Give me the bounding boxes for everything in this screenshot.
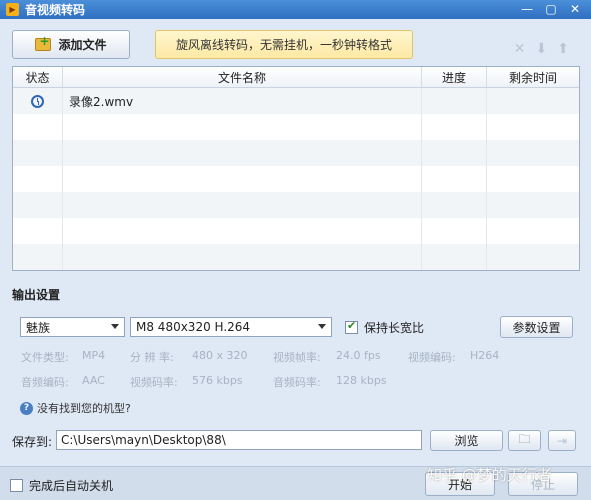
header-filename[interactable]: 文件名称 (63, 67, 422, 87)
abitrate-value: 128 kbps (336, 374, 387, 387)
framerate-label: 视频帧率: (273, 351, 321, 364)
table-body: 录像2.wmv (13, 88, 579, 271)
framerate-value: 24.0 fps (336, 349, 381, 362)
auto-shutdown-label: 完成后自动关机 (29, 479, 114, 493)
main-panel: 添加文件 旋风离线转码，无需挂机，一秒钟转格式 ✕ ⬇ ⬆ 状态 文件名称 进度… (0, 19, 591, 466)
vbitrate-label: 视频码率: (130, 376, 178, 389)
header-remaining[interactable]: 剩余时间 (487, 67, 579, 87)
move-down-icon[interactable]: ⬇ (536, 41, 548, 57)
clock-icon (31, 94, 44, 108)
add-folder-icon (35, 34, 52, 51)
table-row (13, 140, 579, 166)
remaining-cell (487, 88, 579, 114)
window-title: 音视频转码 (25, 3, 86, 17)
table-row (13, 244, 579, 270)
help-link[interactable]: ? 没有找到您的机型? (20, 400, 131, 416)
table-row[interactable]: 录像2.wmv (13, 88, 579, 114)
vcodec-value: H264 (470, 349, 500, 362)
table-row (13, 166, 579, 192)
list-tools: ✕ ⬇ ⬆ (514, 41, 569, 57)
table-row (13, 192, 579, 218)
app-icon: ▶ (6, 3, 19, 16)
resolution-value: 480 x 320 (192, 349, 248, 362)
question-icon: ? (20, 401, 33, 415)
add-file-label: 添加文件 (58, 38, 107, 52)
keep-ratio-label: 保持长宽比 (364, 321, 425, 335)
save-path-input[interactable] (56, 430, 422, 450)
param-settings-button[interactable]: 参数设置 (500, 316, 573, 338)
chevron-down-icon (111, 324, 119, 329)
auto-shutdown-checkbox[interactable]: 完成后自动关机 (10, 477, 113, 494)
file-type-value: MP4 (82, 349, 106, 362)
window-controls: — ▢ ✕ (515, 0, 587, 18)
add-file-button[interactable]: 添加文件 (12, 30, 130, 59)
watermark-text: 知乎 @梦的天行者 (427, 466, 552, 484)
file-name-cell: 录像2.wmv (63, 88, 422, 114)
export-icon: ⇥ (556, 433, 568, 448)
resolution-label: 分 辨 率: (130, 351, 174, 364)
keep-ratio-checkbox[interactable]: 保持长宽比 (345, 319, 424, 336)
output-settings-title: 输出设置 (12, 288, 61, 302)
table-header: 状态 文件名称 进度 剩余时间 (13, 67, 579, 88)
brand-value: 魅族 (26, 320, 51, 335)
abitrate-label: 音频码率: (273, 376, 321, 389)
save-to-label: 保存到: (12, 435, 53, 449)
close-button[interactable]: ✕ (563, 0, 587, 18)
header-progress[interactable]: 进度 (422, 67, 487, 87)
open-folder-icon: 🗀 (518, 432, 531, 446)
help-text: 没有找到您的机型? (37, 402, 131, 415)
delete-icon[interactable]: ✕ (514, 41, 526, 57)
checkbox-checked-icon[interactable] (345, 319, 358, 334)
title-bar: ▶ 音视频转码 — ▢ ✕ (0, 0, 591, 19)
vcodec-label: 视频编码: (408, 351, 456, 364)
minimize-button[interactable]: — (515, 0, 539, 18)
promo-banner-button[interactable]: 旋风离线转码，无需挂机，一秒钟转格式 (155, 30, 413, 59)
model-value: M8 480x320 H.264 (136, 320, 251, 334)
brand-select[interactable]: 魅族 (20, 317, 125, 337)
browse-button[interactable]: 浏览 (430, 430, 503, 451)
maximize-button[interactable]: ▢ (539, 0, 563, 18)
export-button[interactable]: ⇥ (548, 430, 576, 451)
open-folder-button[interactable]: 🗀 (508, 430, 541, 451)
chevron-down-icon (318, 324, 326, 329)
vbitrate-value: 576 kbps (192, 374, 243, 387)
model-select[interactable]: M8 480x320 H.264 (130, 317, 332, 337)
acodec-label: 音频编码: (21, 376, 69, 389)
move-up-icon[interactable]: ⬆ (557, 41, 569, 57)
checkbox-unchecked-icon[interactable] (10, 479, 23, 492)
header-status[interactable]: 状态 (13, 67, 63, 87)
file-type-label: 文件类型: (21, 351, 69, 364)
progress-cell (422, 88, 487, 114)
table-row (13, 114, 579, 140)
table-row (13, 270, 579, 271)
acodec-value: AAC (82, 374, 105, 387)
file-table: 状态 文件名称 进度 剩余时间 录像2.wmv (12, 66, 580, 271)
table-row (13, 218, 579, 244)
